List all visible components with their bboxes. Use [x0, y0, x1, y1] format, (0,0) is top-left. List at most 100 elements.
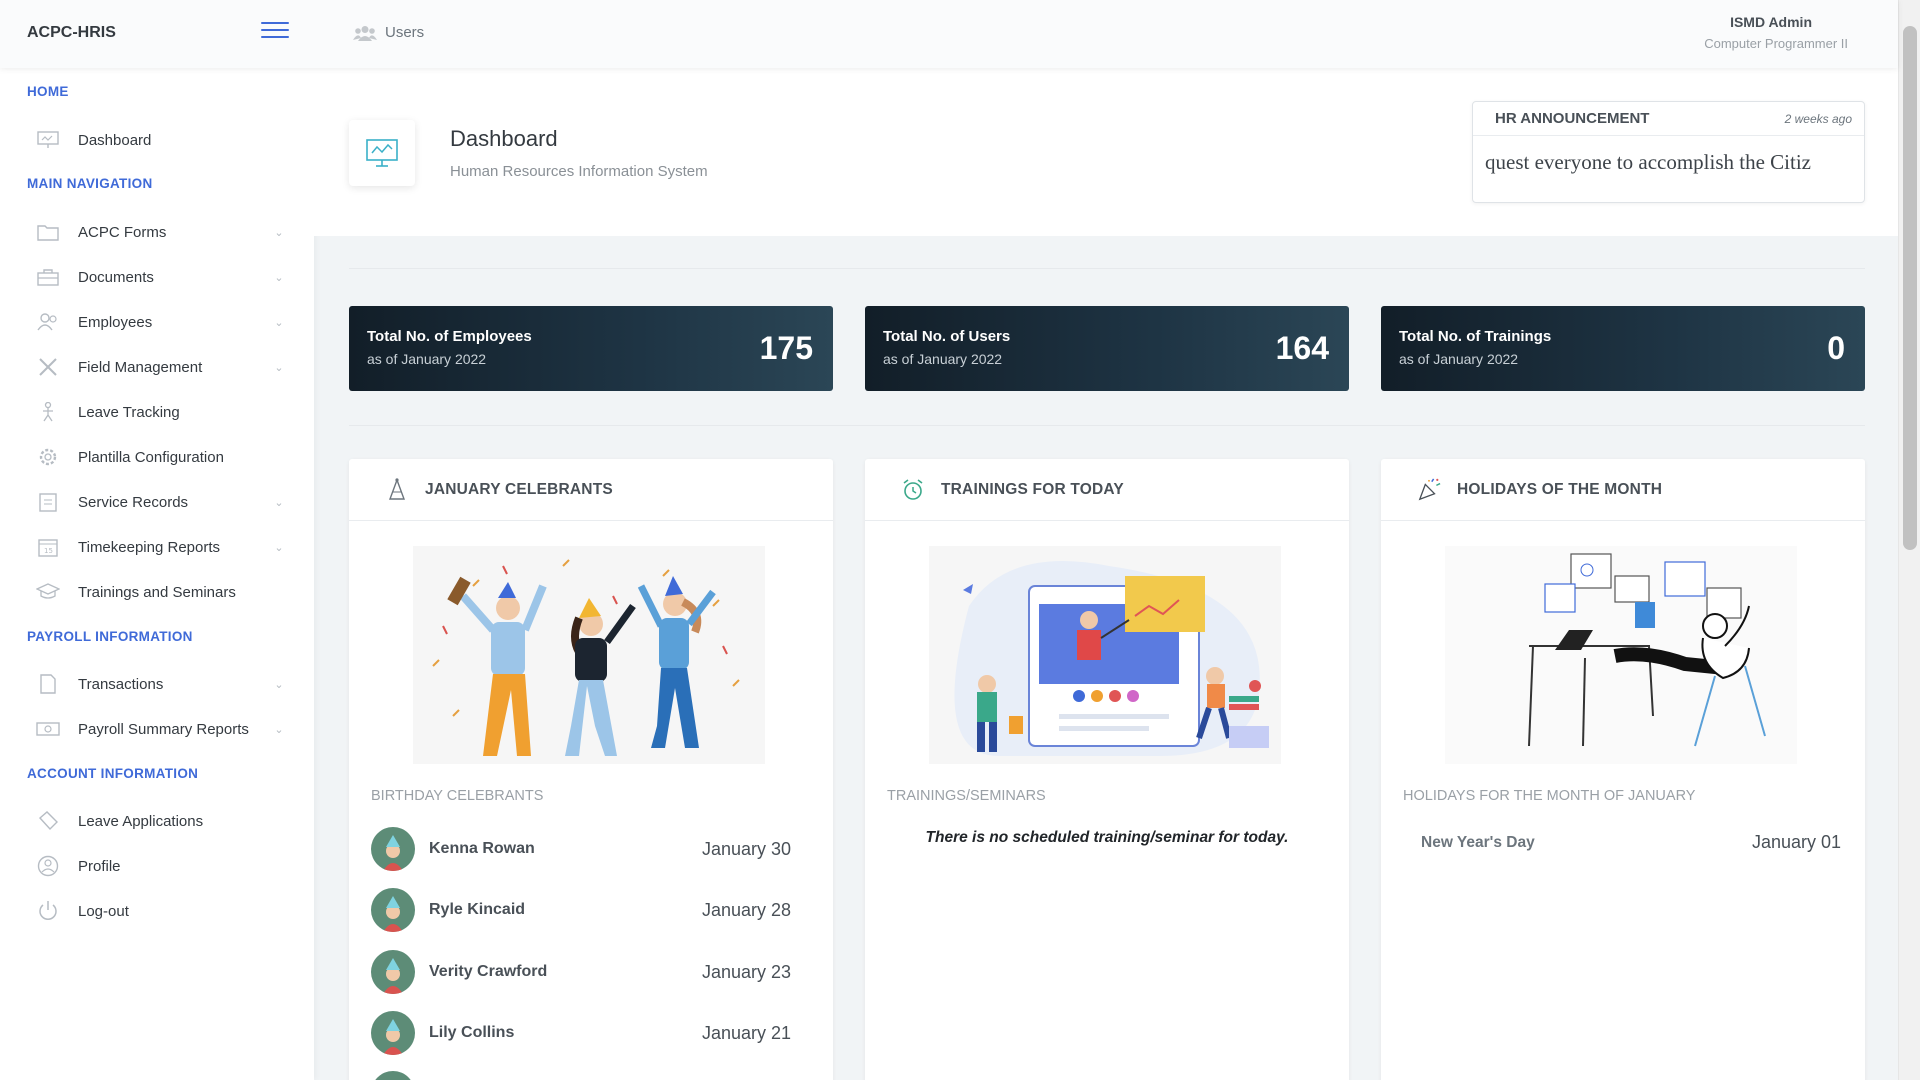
stat-value: 175 [759, 330, 813, 366]
party-popper-icon [1417, 478, 1441, 502]
celebrant-date: January 28 [701, 899, 791, 920]
sidebar-item-plantilla-configuration[interactable]: Plantilla Configuration [36, 439, 286, 475]
sidebar-item-field-management[interactable]: Field Management ⌄ [36, 349, 286, 385]
sidebar-item-label: Log-out [78, 902, 129, 920]
section-label: BIRTHDAY CELEBRANTS [371, 788, 544, 804]
announcement-marquee: quest everyone to accomplish the Citiz [1485, 150, 1811, 174]
sidebar-item-employees[interactable]: Employees ⌄ [36, 304, 286, 340]
sidebar-item-label: Field Management [78, 358, 203, 376]
celebrant-row[interactable]: Lily Collins January 21 [371, 1010, 811, 1056]
celebrant-row[interactable]: Ryle Kincaid January 28 [371, 887, 811, 933]
hiker-icon [36, 401, 60, 423]
briefcase-icon [36, 266, 60, 288]
empty-state-message: There is no scheduled training/seminar f… [925, 829, 1289, 846]
announcement-title: HR ANNOUNCEMENT [1495, 110, 1650, 127]
sidebar-item-label: Documents [78, 268, 154, 286]
announcement-time: 2 weeks ago [1784, 111, 1852, 126]
celebrant-row[interactable]: Verity Crawford January 23 [371, 949, 811, 995]
alarm-clock-icon [901, 478, 925, 502]
relaxing-illustration [1445, 546, 1797, 764]
sidebar-item-payroll-summary-reports[interactable]: Payroll Summary Reports ⌄ [36, 711, 286, 747]
presentation-icon [349, 120, 415, 186]
celebrant-name: Ryle Kincaid [429, 901, 526, 918]
user-role: Computer Programmer II [1704, 36, 1848, 51]
sidebar-item-transactions[interactable]: Transactions ⌄ [36, 666, 286, 702]
sidebar-item-label: Trainings and Seminars [78, 583, 236, 601]
page-subtitle: Human Resources Information System [450, 163, 708, 180]
stat-card-trainings[interactable]: Total No. of Trainings as of January 202… [1381, 306, 1865, 391]
sidebar-item-timekeeping-reports[interactable]: 15 Timekeeping Reports ⌄ [36, 529, 286, 565]
sidebar-item-leave-tracking[interactable]: Leave Tracking [36, 394, 286, 430]
folder-icon [36, 221, 60, 243]
money-icon [36, 718, 60, 740]
hamburger-menu-icon[interactable] [261, 22, 289, 42]
sidebar-item-trainings-and-seminars[interactable]: Trainings and Seminars [36, 574, 286, 610]
breadcrumb[interactable]: Users [353, 24, 424, 41]
holiday-date: January 01 [1751, 832, 1841, 852]
celebrants-card: JANUARY CELEBRANTS BIRTHDAY CELEBRANTS K… [349, 459, 833, 1080]
stat-subtitle: as of January 2022 [367, 351, 487, 367]
sidebar-item-service-records[interactable]: Service Records ⌄ [36, 484, 286, 520]
sidebar-item-dashboard[interactable]: Dashboard [36, 122, 286, 158]
nav-heading-home: HOME [27, 84, 69, 99]
divider [349, 268, 1865, 269]
celebrant-date: January 23 [701, 961, 791, 982]
clipboard-icon [36, 491, 60, 513]
chevron-down-icon: ⌄ [274, 678, 284, 691]
stat-card-employees[interactable]: Total No. of Employees as of January 202… [349, 306, 833, 391]
sidebar: HOME Dashboard MAIN NAVIGATION ACPC Form… [0, 68, 314, 1080]
online-training-illustration [929, 546, 1281, 764]
celebrant-name: Verity Crawford [429, 963, 548, 980]
sidebar-item-label: Payroll Summary Reports [78, 720, 249, 738]
users-group-icon [353, 25, 377, 41]
sidebar-item-documents[interactable]: Documents ⌄ [36, 259, 286, 295]
avatar [371, 1011, 415, 1055]
gear-icon [36, 446, 60, 468]
holidays-card: HOLIDAYS OF THE MONTH HOLIDAYS FOR THE M… [1381, 459, 1865, 1080]
top-header: ACPC-HRIS Users ISMD Admin Computer Prog… [0, 0, 1898, 68]
stat-title: Total No. of Users [883, 328, 1011, 345]
page-scrollbar[interactable] [1898, 0, 1920, 1080]
sidebar-item-logout[interactable]: Log-out [36, 893, 286, 929]
sidebar-item-label: Leave Applications [78, 812, 204, 830]
presentation-icon [36, 129, 60, 151]
chevron-down-icon: ⌄ [274, 271, 284, 284]
svg-text:15: 15 [44, 547, 53, 555]
chevron-down-icon: ⌄ [274, 496, 284, 509]
chevron-down-icon: ⌄ [274, 361, 284, 374]
holiday-row[interactable]: New Year's Day January 01 [1421, 832, 1841, 853]
sidebar-item-label: Dashboard [78, 131, 152, 149]
calendar-icon: 15 [36, 536, 60, 558]
celebrant-name: Kenna Rowan [429, 840, 535, 857]
party-hat-icon [385, 477, 409, 502]
graduation-cap-icon [36, 581, 60, 603]
stat-title: Total No. of Employees [367, 328, 532, 345]
app-logo[interactable]: ACPC-HRIS [27, 24, 116, 42]
nav-heading-main: MAIN NAVIGATION [27, 176, 153, 191]
sidebar-item-leave-applications[interactable]: Leave Applications [36, 803, 286, 839]
user-name: ISMD Admin [1730, 14, 1812, 30]
scrollbar-thumb[interactable] [1903, 26, 1917, 550]
user-menu[interactable]: ISMD Admin Computer Programmer II [1704, 14, 1848, 51]
nav-heading-account: ACCOUNT INFORMATION [27, 766, 199, 781]
stat-subtitle: as of January 2022 [883, 351, 1003, 367]
stat-card-users[interactable]: Total No. of Users as of January 2022 16… [865, 306, 1349, 391]
sidebar-item-label: Leave Tracking [78, 403, 180, 421]
chevron-down-icon: ⌄ [274, 723, 284, 736]
stat-value: 0 [1827, 330, 1845, 366]
sidebar-item-profile[interactable]: Profile [36, 848, 286, 884]
sidebar-item-acpc-forms[interactable]: ACPC Forms ⌄ [36, 214, 286, 250]
sidebar-item-label: Service Records [78, 493, 189, 511]
hr-announcement: HR ANNOUNCEMENT 2 weeks ago quest everyo… [1472, 101, 1865, 203]
stat-value: 164 [1275, 330, 1329, 366]
stat-subtitle: as of January 2022 [1399, 351, 1519, 367]
tools-icon [36, 356, 60, 378]
chevron-down-icon: ⌄ [274, 226, 284, 239]
avatar [371, 827, 415, 871]
holiday-name: New Year's Day [1421, 833, 1535, 851]
nav-heading-payroll: PAYROLL INFORMATION [27, 629, 193, 644]
user-circle-icon [36, 855, 60, 877]
divider [349, 425, 1865, 426]
document-icon [36, 673, 60, 695]
celebrant-row[interactable]: Kenna Rowan January 30 [371, 826, 811, 872]
